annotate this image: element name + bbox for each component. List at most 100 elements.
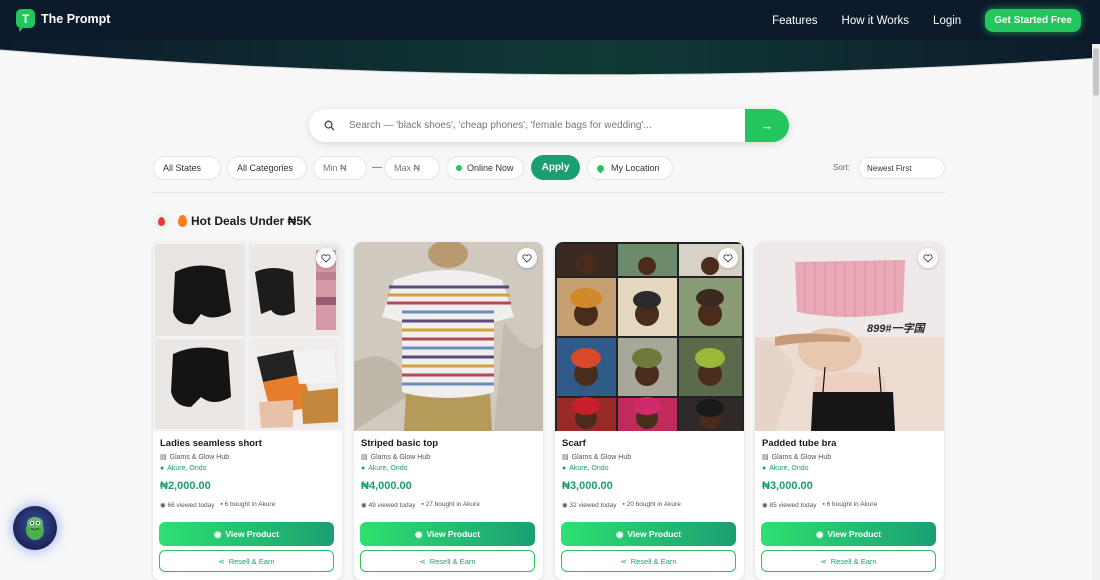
resell-earn-label: Resell & Earn bbox=[228, 556, 275, 566]
logo-icon: T bbox=[16, 9, 35, 32]
search-input[interactable] bbox=[349, 120, 745, 131]
product-image[interactable] bbox=[354, 242, 543, 431]
view-product-button[interactable]: ◉ View Product bbox=[159, 522, 334, 546]
brand-logo[interactable]: T The Prompt bbox=[16, 9, 111, 32]
share-icon: ⋖ bbox=[419, 556, 426, 566]
eye-icon: ◉ bbox=[815, 528, 824, 539]
resell-earn-label: Resell & Earn bbox=[630, 556, 677, 566]
apply-button[interactable]: Apply bbox=[531, 155, 580, 180]
store-icon: ▤ bbox=[361, 454, 368, 461]
views-today: 85 viewed today bbox=[769, 502, 817, 509]
product-image[interactable] bbox=[555, 242, 744, 431]
product-card[interactable]: 899#一字国 Padded tube bra ▤ Glams & Glow Hu… bbox=[755, 242, 944, 580]
store-icon: ▤ bbox=[562, 454, 569, 461]
main-nav: Features How it Works Login Get Started … bbox=[772, 9, 1081, 32]
my-location-button[interactable]: My Location bbox=[587, 156, 673, 180]
product-name[interactable]: Padded tube bra bbox=[762, 438, 937, 449]
online-dot-icon bbox=[456, 165, 462, 171]
eye-icon: ◉ bbox=[160, 502, 166, 509]
product-price: ₦2,000.00 bbox=[160, 480, 211, 492]
image-overlay-text: 899#一字国 bbox=[867, 323, 925, 335]
product-card[interactable]: Scarf ▤ Glams & Glow Hub ● Akure, Ondo ₦3,… bbox=[555, 242, 744, 580]
resell-earn-button[interactable]: ⋖ Resell & Earn bbox=[159, 550, 334, 572]
wishlist-button[interactable] bbox=[517, 248, 537, 268]
min-price-input[interactable]: Min ₦ bbox=[313, 156, 367, 180]
nav-login[interactable]: Login bbox=[933, 15, 961, 27]
views-today: 49 viewed today bbox=[368, 502, 416, 509]
view-product-button[interactable]: ◉ View Product bbox=[360, 522, 535, 546]
hot-deals-badge bbox=[153, 213, 169, 229]
resell-earn-button[interactable]: ⋖ Resell & Earn bbox=[561, 550, 736, 572]
eye-icon: ◉ bbox=[213, 528, 222, 539]
bag-icon: ▪ bbox=[822, 501, 825, 508]
resell-earn-button[interactable]: ⋖ Resell & Earn bbox=[360, 550, 535, 572]
scrollbar-track[interactable] bbox=[1092, 44, 1100, 580]
product-name[interactable]: Striped basic top bbox=[361, 438, 536, 449]
product-card[interactable]: Striped basic top ▤ Glams & Glow Hub ● Aku… bbox=[354, 242, 543, 580]
location-pin-icon: ● bbox=[562, 465, 567, 472]
store-icon: ▤ bbox=[160, 454, 167, 461]
nav-features[interactable]: Features bbox=[772, 15, 817, 27]
get-started-button[interactable]: Get Started Free bbox=[985, 9, 1081, 32]
header-curve bbox=[0, 40, 1100, 76]
fire-icon bbox=[178, 215, 187, 227]
view-product-button[interactable]: ◉ View Product bbox=[761, 522, 936, 546]
heart-icon bbox=[522, 253, 532, 263]
wishlist-button[interactable] bbox=[718, 248, 738, 268]
view-product-button[interactable]: ◉ View Product bbox=[561, 522, 736, 546]
store-name: Glams & Glow Hub bbox=[771, 453, 832, 461]
product-image[interactable] bbox=[153, 242, 342, 431]
product-location: Akure, Ondo bbox=[569, 465, 609, 472]
product-name[interactable]: Scarf bbox=[562, 438, 737, 449]
nav-how-it-works[interactable]: How it Works bbox=[842, 15, 910, 27]
bag-icon: ▪ bbox=[421, 501, 424, 508]
store-name: Glams & Glow Hub bbox=[571, 453, 632, 461]
view-product-label: View Product bbox=[426, 529, 481, 539]
view-product-label: View Product bbox=[627, 529, 682, 539]
location-pin-icon: ● bbox=[361, 465, 366, 472]
location-pin-icon bbox=[595, 163, 606, 173]
product-name[interactable]: Ladies seamless short bbox=[160, 438, 335, 449]
search-submit-button[interactable]: → bbox=[745, 109, 789, 142]
store-name: Glams & Glow Hub bbox=[169, 453, 230, 461]
brand-name: The Prompt bbox=[41, 11, 111, 26]
store-icon: ▤ bbox=[762, 454, 769, 461]
scrollbar-thumb[interactable] bbox=[1093, 48, 1099, 96]
max-price-input[interactable]: Max ₦ bbox=[384, 156, 440, 180]
price-range-dash: — bbox=[372, 162, 382, 173]
view-product-label: View Product bbox=[827, 529, 882, 539]
bag-icon: ▪ bbox=[622, 501, 625, 508]
view-product-label: View Product bbox=[225, 529, 280, 539]
bought-count: 6 bought in Akure bbox=[224, 501, 276, 508]
filter-divider bbox=[152, 192, 945, 193]
product-card[interactable]: Ladies seamless short ▤ Glams & Glow Hub … bbox=[153, 242, 342, 580]
share-icon: ⋖ bbox=[620, 556, 627, 566]
online-now-toggle[interactable]: Online Now bbox=[446, 156, 524, 180]
eye-icon: ◉ bbox=[562, 502, 568, 509]
eye-icon: ◉ bbox=[414, 528, 423, 539]
wishlist-button[interactable] bbox=[316, 248, 336, 268]
sort-select[interactable]: Newest First bbox=[858, 157, 945, 179]
resell-earn-button[interactable]: ⋖ Resell & Earn bbox=[761, 550, 936, 572]
wishlist-button[interactable] bbox=[918, 248, 938, 268]
product-location: Akure, Ondo bbox=[769, 465, 809, 472]
store-name: Glams & Glow Hub bbox=[370, 453, 431, 461]
online-now-label: Online Now bbox=[467, 163, 514, 173]
bought-count: 20 bought in Akure bbox=[626, 501, 681, 508]
location-pin-icon: ● bbox=[160, 465, 165, 472]
my-location-label: My Location bbox=[611, 163, 660, 173]
product-location: Akure, Ondo bbox=[368, 465, 408, 472]
state-filter[interactable]: All States bbox=[153, 156, 221, 180]
product-price: ₦3,000.00 bbox=[562, 480, 613, 492]
search-bar: → bbox=[309, 109, 789, 142]
heart-icon bbox=[723, 253, 733, 263]
product-image[interactable]: 899#一字国 bbox=[755, 242, 944, 431]
heart-icon bbox=[923, 253, 933, 263]
assistant-bot-button[interactable] bbox=[13, 506, 57, 550]
eye-icon: ◉ bbox=[762, 502, 768, 509]
bag-icon: ▪ bbox=[220, 501, 223, 508]
eye-icon: ◉ bbox=[361, 502, 367, 509]
category-filter[interactable]: All Categories bbox=[227, 156, 307, 180]
views-today: 32 viewed today bbox=[569, 502, 617, 509]
share-icon: ⋖ bbox=[820, 556, 827, 566]
